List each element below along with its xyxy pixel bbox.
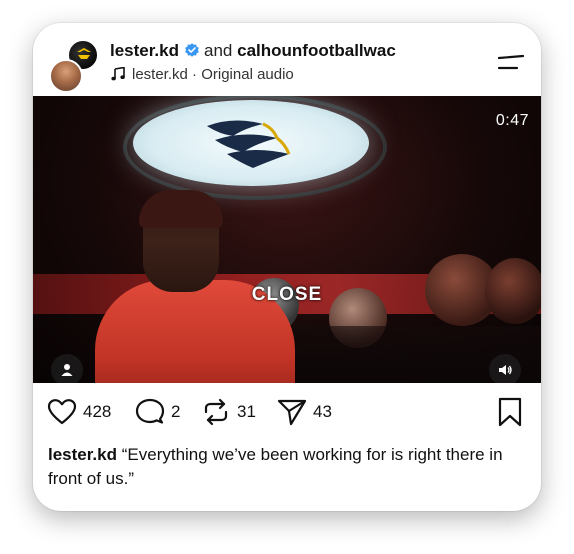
caption-text: “Everything we’ve been working for is ri… bbox=[48, 445, 503, 488]
coach-cap bbox=[139, 190, 223, 228]
video-player[interactable]: 0:47 CLOSE bbox=[33, 96, 541, 383]
heart-icon bbox=[47, 399, 77, 425]
user-tag-button[interactable] bbox=[51, 354, 83, 383]
audio-owner: lester.kd bbox=[132, 66, 188, 83]
comment-icon bbox=[135, 398, 165, 424]
user-avatar[interactable] bbox=[49, 59, 83, 93]
volume-button[interactable] bbox=[489, 354, 521, 383]
avatar-stack[interactable] bbox=[47, 37, 103, 93]
audio-separator: · bbox=[187, 66, 202, 83]
verified-badge-icon bbox=[185, 43, 199, 57]
collaborator-username[interactable]: calhounfootballwac bbox=[237, 41, 396, 60]
comment-button[interactable]: 2 bbox=[135, 398, 180, 426]
repost-button[interactable]: 31 bbox=[201, 398, 256, 426]
volume-icon bbox=[499, 365, 512, 375]
post-caption: lester.kd “Everything we’ve been working… bbox=[48, 443, 518, 491]
user-tag-icon bbox=[61, 364, 73, 376]
bookmark-icon bbox=[498, 397, 522, 427]
music-note-icon bbox=[111, 67, 125, 81]
reel-post-card: lester.kd and calhounfootballwac lester.… bbox=[33, 23, 541, 511]
video-timestamp: 0:47 bbox=[495, 112, 529, 129]
menu-icon bbox=[497, 54, 525, 70]
share-button[interactable]: 43 bbox=[277, 398, 332, 426]
close-overlay-label[interactable]: CLOSE bbox=[33, 284, 541, 306]
share-count: 43 bbox=[313, 402, 332, 421]
like-count: 428 bbox=[83, 402, 112, 421]
author-conjunction: and bbox=[204, 41, 233, 60]
action-bar: 428 2 31 43 bbox=[33, 383, 541, 439]
author-username[interactable]: lester.kd bbox=[110, 41, 179, 60]
repost-icon bbox=[204, 398, 228, 426]
audio-attribution[interactable]: lester.kd · Original audio bbox=[111, 66, 294, 83]
save-button[interactable] bbox=[497, 397, 523, 432]
menu-button[interactable] bbox=[497, 53, 525, 71]
like-button[interactable]: 428 bbox=[47, 398, 111, 426]
post-author-line: lester.kd and calhounfootballwac bbox=[110, 40, 396, 62]
team-logo-icon bbox=[77, 48, 91, 59]
repost-count: 31 bbox=[237, 402, 256, 421]
send-icon bbox=[277, 399, 307, 426]
caption-username[interactable]: lester.kd bbox=[48, 445, 117, 464]
ceiling-logo-icon bbox=[207, 120, 291, 168]
comment-count: 2 bbox=[171, 402, 181, 421]
audio-label: Original audio bbox=[201, 66, 294, 83]
